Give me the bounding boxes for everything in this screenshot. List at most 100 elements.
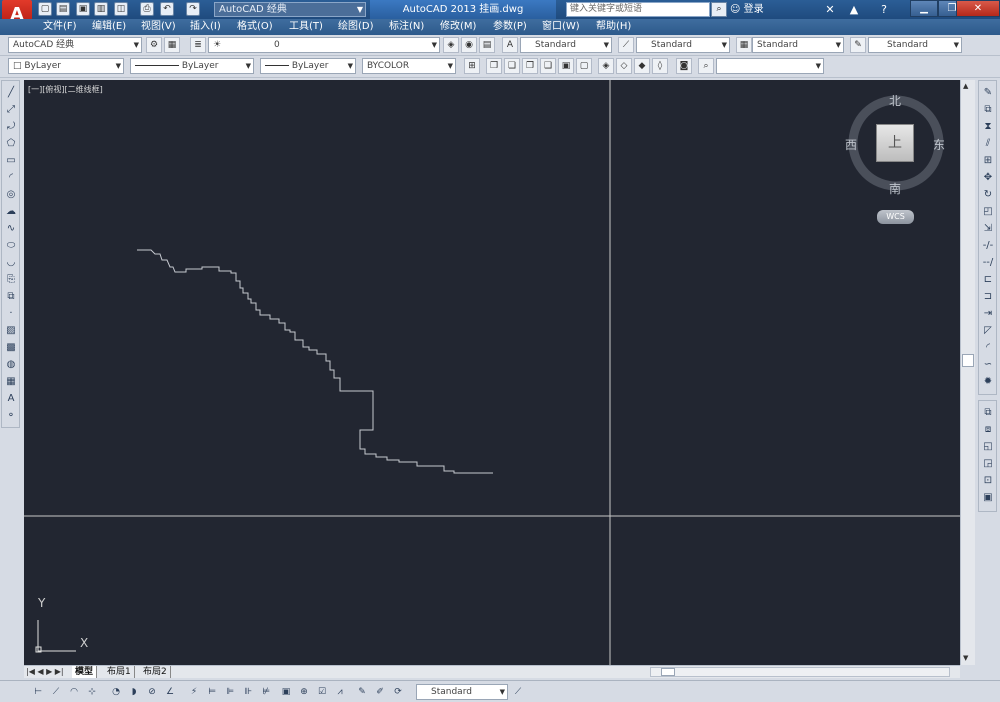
triangle-warning-icon[interactable]: ▲ — [846, 2, 862, 17]
workspace-settings-icon[interactable]: ▦ — [164, 37, 180, 53]
polyline-icon[interactable]: ⤾ — [3, 119, 19, 134]
make-current-icon[interactable]: ◉ — [461, 37, 477, 53]
rotate-icon[interactable]: ↻ — [980, 187, 996, 202]
menu-parameters[interactable]: 参数(P) — [493, 19, 527, 35]
multileader-style-icon[interactable]: ✎ — [850, 37, 866, 53]
text-style-combo[interactable]: Standard ▼ — [520, 37, 612, 53]
workspace-dropdown[interactable]: AutoCAD 经典 ▼ — [214, 2, 366, 17]
saveas-icon[interactable]: ▥ — [94, 2, 108, 16]
view-combo[interactable]: ▼ — [716, 58, 824, 74]
stretch-icon[interactable]: ⇲ — [980, 221, 996, 236]
workspace-combo[interactable]: AutoCAD 经典 ▼ — [8, 37, 142, 53]
view-right-icon[interactable]: ❑ — [540, 58, 556, 74]
menu-modify[interactable]: 修改(M) — [440, 19, 476, 35]
scroll-up-icon[interactable]: ▲ — [963, 82, 968, 90]
dim-style-icon[interactable]: ⟋ — [618, 37, 634, 53]
new-icon[interactable]: ▢ — [38, 2, 52, 16]
compass-east-label[interactable]: 东 — [933, 136, 945, 153]
dim-radius-icon[interactable]: ◔ — [108, 684, 124, 700]
vertical-scroll-thumb[interactable] — [962, 354, 974, 367]
region-icon[interactable]: ◍ — [3, 357, 19, 372]
table-style-icon[interactable]: ▦ — [736, 37, 752, 53]
break-icon[interactable]: ⊐ — [980, 289, 996, 304]
menu-window[interactable]: 窗口(W) — [542, 19, 580, 35]
compass-west-label[interactable]: 西 — [845, 136, 857, 153]
horizontal-scroll-thumb[interactable] — [661, 668, 675, 676]
table-style-combo[interactable]: Standard ▼ — [752, 37, 844, 53]
dim-continue-icon[interactable]: ⊫ — [222, 684, 238, 700]
dim-space-icon[interactable]: ⊪ — [240, 684, 256, 700]
ellipse-icon[interactable]: ⬭ — [3, 238, 19, 253]
plotstyle-combo[interactable]: BYCOLOR ▼ — [362, 58, 456, 74]
print-icon[interactable]: ⎙ — [140, 2, 154, 16]
view-sw-iso-icon[interactable]: ◈ — [598, 58, 614, 74]
offset-icon[interactable]: ⫽ — [980, 136, 996, 151]
multileader-style-combo[interactable]: Standard ▼ — [868, 37, 962, 53]
menu-file[interactable]: 文件(F) — [43, 19, 77, 35]
undo-icon[interactable]: ↶ — [160, 2, 174, 16]
view-bottom-icon[interactable]: ❏ — [504, 58, 520, 74]
bring-above-icon[interactable]: ◱ — [980, 439, 996, 454]
menu-help[interactable]: 帮助(H) — [596, 19, 631, 35]
dim-baseline-icon[interactable]: ⊨ — [204, 684, 220, 700]
menu-tools[interactable]: 工具(T) — [289, 19, 323, 35]
wcs-menu-button[interactable]: WCS — [877, 210, 914, 224]
tab-model[interactable]: 模型 — [72, 666, 98, 678]
erase-icon[interactable]: ✎ — [980, 85, 996, 100]
dim-break-icon[interactable]: ⊭ — [258, 684, 274, 700]
hatch-back-icon[interactable]: ▣ — [980, 490, 996, 505]
exchange-icon[interactable]: ✕ — [822, 2, 838, 17]
viewport-controls-label[interactable]: [一][俯视][二维线框] — [28, 84, 103, 95]
dim-ordinate-icon[interactable]: ⊹ — [84, 684, 100, 700]
camera-icon[interactable]: ◙ — [676, 58, 692, 74]
dim-text-edit-icon[interactable]: ✐ — [372, 684, 388, 700]
bring-front-icon[interactable]: ⧉ — [980, 405, 996, 420]
menu-edit[interactable]: 编辑(E) — [92, 19, 126, 35]
view-nw-iso-icon[interactable]: ◊ — [652, 58, 668, 74]
menu-dimension[interactable]: 标注(N) — [389, 19, 424, 35]
compass-north-label[interactable]: 北 — [889, 92, 901, 109]
dim-style-manager-icon[interactable]: ⟋ — [510, 684, 526, 700]
view-left-icon[interactable]: ❐ — [522, 58, 538, 74]
mirror-icon[interactable]: ⧗ — [980, 119, 996, 134]
tab-nav-arrows-icon[interactable]: |◀ ◀ ▶ ▶| — [26, 666, 64, 678]
tolerance-icon[interactable]: ▣ — [278, 684, 294, 700]
make-block-icon[interactable]: ⧉ — [3, 289, 19, 304]
dim-jogged-icon[interactable]: ◗ — [126, 684, 142, 700]
line-icon[interactable]: ╱ — [3, 85, 19, 100]
color-combo[interactable]: □ ByLayer ▼ — [8, 58, 124, 74]
explode-icon[interactable]: ✹ — [980, 374, 996, 389]
search-input[interactable]: 键入关键字或短语 — [566, 2, 710, 17]
chamfer-icon[interactable]: ◸ — [980, 323, 996, 338]
vertical-scrollbar[interactable]: ▲ ▼ — [960, 80, 975, 665]
circle-icon[interactable]: ◎ — [3, 187, 19, 202]
view-front-icon[interactable]: ▣ — [558, 58, 574, 74]
scale-icon[interactable]: ◰ — [980, 204, 996, 219]
menu-view[interactable]: 视图(V) — [141, 19, 176, 35]
drawing-canvas[interactable]: [一][俯视][二维线框] 北 南 西 东 上 WCS Y X — [24, 80, 960, 665]
dim-arc-icon[interactable]: ◠ — [66, 684, 82, 700]
send-under-icon[interactable]: ◲ — [980, 456, 996, 471]
view-se-iso-icon[interactable]: ◇ — [616, 58, 632, 74]
zoom-icon[interactable]: ⌕ — [698, 58, 714, 74]
scroll-down-icon[interactable]: ▼ — [963, 654, 968, 662]
open-icon[interactable]: ▤ — [56, 2, 70, 16]
polygon-icon[interactable]: ⬠ — [3, 136, 19, 151]
save-icon[interactable]: ▣ — [76, 2, 90, 16]
dim-aligned-icon[interactable]: ⟋ — [48, 684, 64, 700]
center-mark-icon[interactable]: ⊕ — [296, 684, 312, 700]
drawn-polyline[interactable] — [137, 249, 493, 474]
compass-south-label[interactable]: 南 — [889, 180, 901, 197]
dim-style-status-combo[interactable]: Standard ▼ — [416, 684, 508, 700]
blend-icon[interactable]: ∽ — [980, 357, 996, 372]
insert-block-icon[interactable]: ⎘ — [3, 272, 19, 287]
mtext-icon[interactable]: A — [3, 391, 19, 406]
add-selected-icon[interactable]: ⚬ — [3, 408, 19, 423]
dim-update-icon[interactable]: ⟳ — [390, 684, 406, 700]
text-front-icon[interactable]: ⊡ — [980, 473, 996, 488]
lineweight-combo[interactable]: ByLayer ▼ — [260, 58, 356, 74]
linetype-combo[interactable]: ByLayer ▼ — [130, 58, 254, 74]
close-button[interactable]: ✕ — [956, 0, 1000, 17]
move-icon[interactable]: ✥ — [980, 170, 996, 185]
horizontal-scrollbar[interactable] — [650, 667, 950, 677]
